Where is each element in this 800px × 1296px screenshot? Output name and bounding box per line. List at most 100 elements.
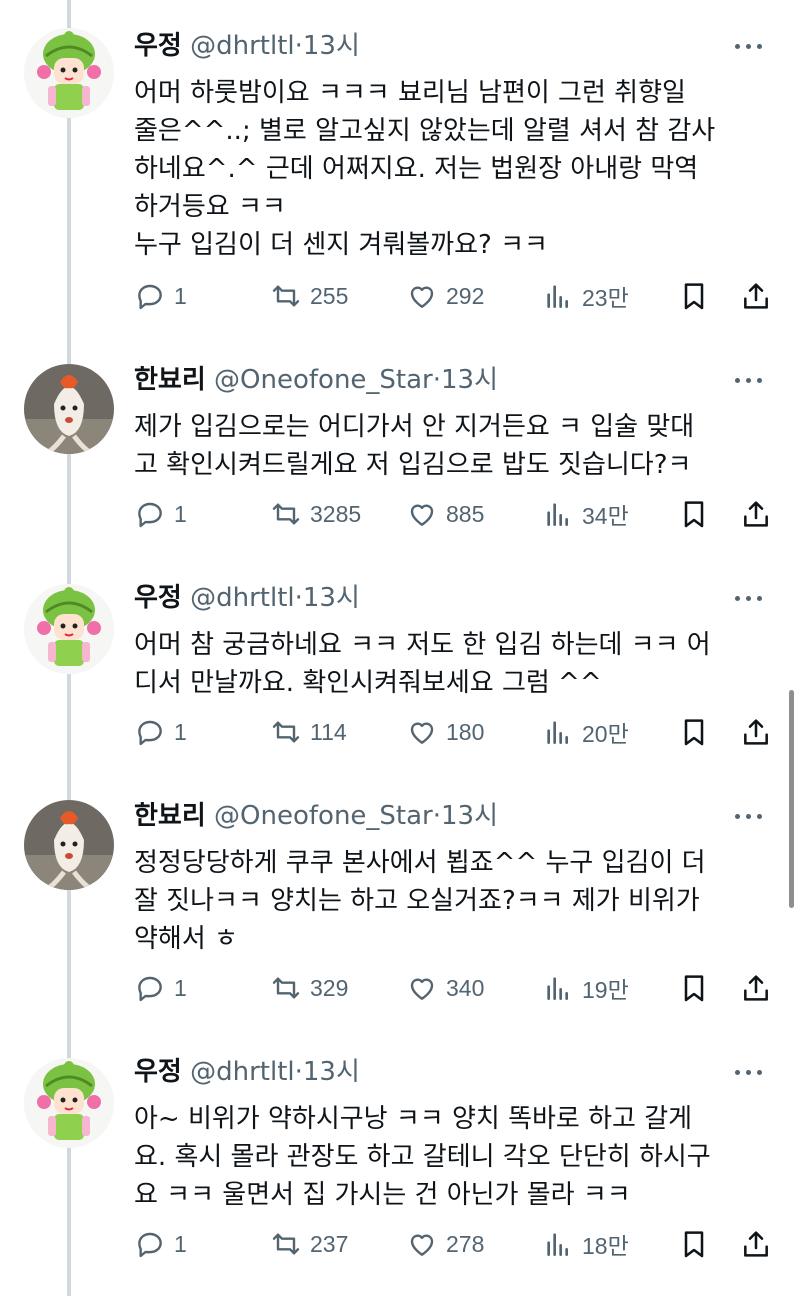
user-handle[interactable]: @dhrtltl bbox=[190, 583, 295, 613]
tweet-header: 우정 @dhrtltl·13시 bbox=[134, 28, 770, 64]
tweet-text: 정정당당하게 쿠쿠 본사에서 뵙죠^^ 누구 입김이 더 잘 짓나ㅋㅋ 양치는 … bbox=[134, 848, 706, 954]
like-icon bbox=[410, 722, 434, 744]
goldfish-avatar-icon bbox=[24, 364, 114, 454]
user-handle[interactable]: @Oneofone_Star bbox=[214, 365, 433, 395]
reply-button[interactable]: 1 bbox=[134, 712, 187, 752]
user-handle[interactable]: @Oneofone_Star bbox=[214, 801, 433, 831]
avatar[interactable] bbox=[24, 1058, 114, 1148]
tweet-actions: 1 329 340 19만 bbox=[0, 968, 800, 1008]
timestamp[interactable]: 13시 bbox=[441, 365, 498, 395]
reply-icon bbox=[138, 976, 162, 1002]
like-icon bbox=[410, 1234, 434, 1256]
timestamp[interactable]: 13시 bbox=[303, 583, 360, 613]
user-handle[interactable]: @dhrtltl bbox=[190, 31, 295, 61]
more-icon[interactable] bbox=[726, 366, 770, 394]
bookmark-icon bbox=[684, 283, 704, 310]
more-icon[interactable] bbox=[726, 802, 770, 830]
separator-dot: · bbox=[294, 1057, 303, 1087]
retweet-icon bbox=[272, 285, 300, 307]
views-icon bbox=[547, 721, 568, 744]
retweet-count: 114 bbox=[310, 718, 347, 745]
reply-button[interactable]: 1 bbox=[134, 1224, 187, 1264]
views-icon bbox=[547, 1233, 568, 1256]
more-icon[interactable] bbox=[726, 584, 770, 612]
views-button[interactable]: 20만 bbox=[542, 712, 629, 752]
reply-icon bbox=[138, 502, 162, 528]
bookmark-button[interactable] bbox=[678, 712, 710, 752]
views-icon bbox=[547, 285, 568, 308]
tweet-header: 우정 @dhrtltl·13시 bbox=[134, 1054, 770, 1090]
views-button[interactable]: 19만 bbox=[542, 968, 629, 1008]
like-button[interactable]: 292 bbox=[406, 276, 484, 316]
like-count: 180 bbox=[446, 718, 485, 745]
retweet-button[interactable]: 255 bbox=[270, 276, 348, 316]
share-button[interactable] bbox=[740, 1224, 772, 1264]
retweet-count: 237 bbox=[310, 1230, 349, 1257]
bookmark-button[interactable] bbox=[678, 494, 710, 534]
reply-count: 1 bbox=[174, 718, 187, 745]
share-button[interactable] bbox=[740, 276, 772, 316]
avatar[interactable] bbox=[24, 28, 114, 118]
retweet-button[interactable]: 3285 bbox=[270, 494, 361, 534]
like-button[interactable]: 885 bbox=[406, 494, 484, 534]
share-icon bbox=[744, 719, 768, 745]
tweet-actions: 1 237 278 18만 bbox=[0, 1224, 800, 1264]
bookmark-button[interactable] bbox=[678, 276, 710, 316]
retweet-count: 3285 bbox=[310, 500, 362, 527]
scrollbar[interactable] bbox=[789, 690, 794, 908]
like-button[interactable]: 180 bbox=[406, 712, 484, 752]
retweet-button[interactable]: 329 bbox=[270, 968, 348, 1008]
avatar[interactable] bbox=[24, 584, 114, 674]
view-count: 34만 bbox=[582, 503, 629, 529]
views-button[interactable]: 18만 bbox=[542, 1224, 629, 1264]
timestamp[interactable]: 13시 bbox=[303, 1057, 360, 1087]
retweet-count: 255 bbox=[310, 282, 349, 309]
reply-button[interactable]: 1 bbox=[134, 968, 187, 1008]
display-name[interactable]: 우정 bbox=[134, 583, 182, 613]
display-name[interactable]: 한뵤리 bbox=[134, 365, 206, 395]
timestamp[interactable]: 13시 bbox=[441, 801, 498, 831]
retweet-icon bbox=[272, 1233, 300, 1255]
reply-button[interactable]: 1 bbox=[134, 494, 187, 534]
display-name[interactable]: 우정 bbox=[134, 31, 182, 61]
retweet-button[interactable]: 237 bbox=[270, 1224, 348, 1264]
retweet-count: 329 bbox=[310, 974, 349, 1001]
like-count: 885 bbox=[446, 500, 485, 527]
reply-icon bbox=[138, 284, 162, 310]
tweet-content: 우정 @dhrtltl·13시 어머 하룻밤이요 ㅋㅋㅋ 뵤리님 남편이 그런 … bbox=[134, 28, 770, 264]
like-count: 292 bbox=[446, 282, 485, 309]
timestamp[interactable]: 13시 bbox=[303, 31, 360, 61]
bookmark-icon bbox=[684, 1231, 704, 1258]
bookmark-icon bbox=[684, 501, 704, 528]
tweet-actions: 1 114 180 20만 bbox=[0, 712, 800, 752]
more-icon[interactable] bbox=[726, 1058, 770, 1086]
like-icon bbox=[410, 504, 434, 526]
tweet-text: 어머 참 궁금하네요 ㅋㅋ 저도 한 입김 하는데 ㅋㅋ 어 디서 만날까요. … bbox=[134, 630, 711, 698]
share-button[interactable] bbox=[740, 712, 772, 752]
views-button[interactable]: 34만 bbox=[542, 494, 629, 534]
like-count: 340 bbox=[446, 974, 485, 1001]
retweet-button[interactable]: 114 bbox=[270, 712, 347, 752]
view-count: 19만 bbox=[582, 977, 629, 1003]
view-count: 20만 bbox=[582, 721, 629, 747]
more-icon[interactable] bbox=[726, 32, 770, 60]
like-icon bbox=[410, 978, 434, 1000]
view-count: 18만 bbox=[582, 1233, 629, 1259]
tweet-text: 어머 하룻밤이요 ㅋㅋㅋ 뵤리님 남편이 그런 취향일 줄은^^..; 별로 알… bbox=[134, 78, 716, 260]
share-button[interactable] bbox=[740, 494, 772, 534]
share-icon bbox=[744, 975, 768, 1001]
share-button[interactable] bbox=[740, 968, 772, 1008]
like-button[interactable]: 340 bbox=[406, 968, 484, 1008]
bookmark-button[interactable] bbox=[678, 968, 710, 1008]
views-icon bbox=[547, 503, 568, 526]
knit-hat-girl-avatar-icon bbox=[24, 1058, 114, 1148]
display-name[interactable]: 우정 bbox=[134, 1057, 182, 1087]
user-handle[interactable]: @dhrtltl bbox=[190, 1057, 295, 1087]
display-name[interactable]: 한뵤리 bbox=[134, 801, 206, 831]
bookmark-button[interactable] bbox=[678, 1224, 710, 1264]
avatar[interactable] bbox=[24, 800, 114, 890]
views-button[interactable]: 23만 bbox=[542, 276, 629, 316]
like-button[interactable]: 278 bbox=[406, 1224, 484, 1264]
reply-button[interactable]: 1 bbox=[134, 276, 187, 316]
avatar[interactable] bbox=[24, 364, 114, 454]
